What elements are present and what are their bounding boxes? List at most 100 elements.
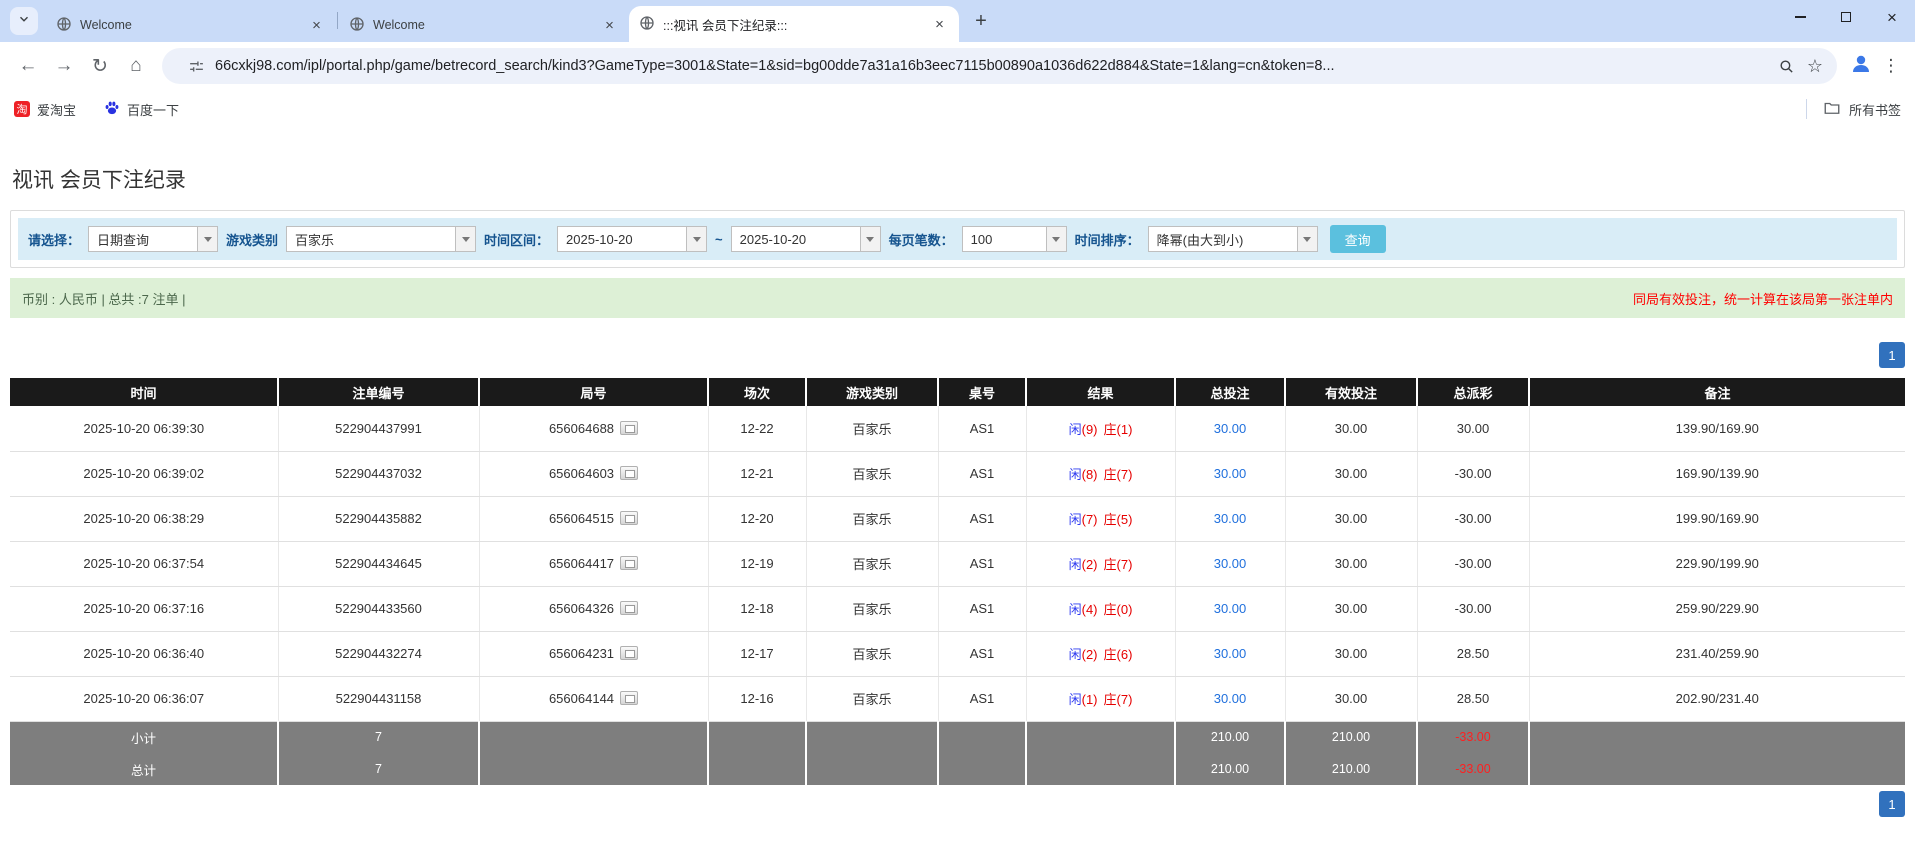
bookmark-baidu[interactable]: 百度一下 — [104, 100, 179, 119]
chevron-down-icon[interactable] — [860, 227, 880, 251]
address-bar[interactable]: 66cxkj98.com/ipl/portal.php/game/betreco… — [162, 48, 1837, 84]
total-bet-link[interactable]: 30.00 — [1214, 691, 1247, 706]
all-bookmarks-button[interactable]: 所有书签 — [1823, 99, 1901, 120]
tab-welcome-1[interactable]: Welcome × — [46, 8, 336, 42]
query-type-select[interactable]: 日期查询 — [88, 226, 218, 252]
cell-session: 12-18 — [708, 586, 806, 631]
round-detail-icon[interactable] — [620, 466, 638, 480]
cell-session: 12-19 — [708, 541, 806, 586]
home-button[interactable]: ⌂ — [118, 48, 154, 84]
round-detail-icon[interactable] — [620, 421, 638, 435]
total-bet-link[interactable]: 30.00 — [1214, 511, 1247, 526]
tab-welcome-2[interactable]: Welcome × — [339, 8, 629, 42]
close-icon[interactable]: × — [307, 16, 326, 35]
cell-remark: 199.90/169.90 — [1529, 496, 1905, 541]
table-row: 2025-10-20 06:39:30 522904437991 6560646… — [10, 406, 1905, 451]
header-total-bet: 总投注 — [1175, 378, 1285, 406]
bookmark-star-icon[interactable]: ☆ — [1807, 56, 1823, 77]
window-close-button[interactable]: × — [1869, 0, 1915, 34]
page-1-button[interactable]: 1 — [1879, 791, 1905, 817]
cell-valid-bet: 30.00 — [1285, 676, 1417, 721]
cell-round: 656064231 — [479, 631, 708, 676]
cell-time: 2025-10-20 06:36:40 — [10, 631, 278, 676]
back-button[interactable]: ← — [10, 48, 46, 84]
cell-session: 12-17 — [708, 631, 806, 676]
round-detail-icon[interactable] — [620, 511, 638, 525]
site-settings-icon[interactable] — [188, 58, 205, 75]
globe-icon — [639, 15, 655, 34]
tab-strip: Welcome × Welcome × :::视讯 会员下注纪录::: × + … — [0, 0, 1915, 42]
table-summary: 小计 7 210.00 210.00 -33.00 总计 7 210.00 21… — [10, 721, 1905, 785]
cell-game-type: 百家乐 — [806, 676, 938, 721]
subtotal-row: 小计 7 210.00 210.00 -33.00 — [10, 721, 1905, 753]
cell-remark: 139.90/169.90 — [1529, 406, 1905, 451]
total-bet-link[interactable]: 30.00 — [1214, 466, 1247, 481]
cell-result: 闲(9)庄(1) — [1026, 406, 1175, 451]
close-icon[interactable]: × — [600, 16, 619, 35]
forward-button[interactable]: → — [46, 48, 82, 84]
round-detail-icon[interactable] — [620, 691, 638, 705]
round-detail-icon[interactable] — [620, 646, 638, 660]
cell-game-type: 百家乐 — [806, 451, 938, 496]
cell-table-no: AS1 — [938, 451, 1026, 496]
header-result: 结果 — [1026, 378, 1175, 406]
cell-result: 闲(2)庄(7) — [1026, 541, 1175, 586]
summary-info-bar: 币别 : 人民币 | 总共 :7 注单 | 同局有效投注，统一计算在该局第一张注… — [10, 278, 1905, 318]
valid-bet-notice: 同局有效投注，统一计算在该局第一张注单内 — [1633, 289, 1893, 308]
table-row: 2025-10-20 06:39:02 522904437032 6560646… — [10, 451, 1905, 496]
cell-game-type: 百家乐 — [806, 586, 938, 631]
globe-icon — [56, 16, 72, 35]
cell-bet-id: 522904432274 — [278, 631, 479, 676]
game-type-select[interactable]: 百家乐 — [286, 226, 476, 252]
close-icon: × — [1887, 9, 1897, 26]
cell-bet-id: 522904437032 — [278, 451, 479, 496]
cell-time: 2025-10-20 06:39:02 — [10, 451, 278, 496]
cell-time: 2025-10-20 06:36:07 — [10, 676, 278, 721]
page-1-button[interactable]: 1 — [1879, 342, 1905, 368]
cell-round: 656064326 — [479, 586, 708, 631]
cell-game-type: 百家乐 — [806, 496, 938, 541]
round-detail-icon[interactable] — [620, 556, 638, 570]
total-bet-link[interactable]: 30.00 — [1214, 421, 1247, 436]
chevron-down-icon[interactable] — [455, 227, 475, 251]
url-text[interactable]: 66cxkj98.com/ipl/portal.php/game/betreco… — [215, 58, 1766, 74]
browser-menu-button[interactable]: ⋮ — [1877, 50, 1905, 82]
chevron-down-icon[interactable] — [1297, 227, 1317, 251]
zoom-icon[interactable] — [1778, 58, 1795, 75]
cell-remark: 202.90/231.40 — [1529, 676, 1905, 721]
cell-game-type: 百家乐 — [806, 406, 938, 451]
window-maximize-button[interactable] — [1823, 0, 1869, 34]
page-size-select[interactable]: 100 — [962, 226, 1067, 252]
cell-round: 656064515 — [479, 496, 708, 541]
chevron-down-icon[interactable] — [1046, 227, 1066, 251]
round-detail-icon[interactable] — [620, 601, 638, 615]
tab-search-button[interactable] — [10, 7, 38, 35]
profile-avatar[interactable] — [1845, 50, 1877, 82]
total-bet-link[interactable]: 30.00 — [1214, 556, 1247, 571]
cell-total-bet: 30.00 — [1175, 451, 1285, 496]
cell-result: 闲(1)庄(7) — [1026, 676, 1175, 721]
game-type-label: 游戏类别 — [226, 230, 278, 249]
sort-order-select[interactable]: 降幂(由大到小) — [1148, 226, 1318, 252]
cell-session: 12-21 — [708, 451, 806, 496]
cell-session: 12-16 — [708, 676, 806, 721]
date-from-select[interactable]: 2025-10-20 — [557, 226, 707, 252]
chevron-down-icon[interactable] — [197, 227, 217, 251]
reload-button[interactable]: ↻ — [82, 48, 118, 84]
date-range-label: 时间区间： — [484, 230, 549, 249]
bookmark-taobao[interactable]: 淘 爱淘宝 — [14, 100, 76, 119]
total-bet-link[interactable]: 30.00 — [1214, 646, 1247, 661]
tab-title: Welcome — [80, 18, 307, 32]
date-to-select[interactable]: 2025-10-20 — [731, 226, 881, 252]
total-bet-link[interactable]: 30.00 — [1214, 601, 1247, 616]
header-payout: 总派彩 — [1417, 378, 1529, 406]
filter-bar: 请选择： 日期查询 游戏类别 百家乐 时间区间： 2025-10-20 ~ 20… — [18, 218, 1897, 260]
chevron-down-icon[interactable] — [686, 227, 706, 251]
back-icon: ← — [19, 55, 38, 77]
window-minimize-button[interactable] — [1777, 0, 1823, 34]
new-tab-button[interactable]: + — [967, 7, 995, 35]
tab-betrecord-active[interactable]: :::视讯 会员下注纪录::: × — [629, 6, 959, 42]
close-icon[interactable]: × — [930, 15, 949, 34]
search-button[interactable]: 查询 — [1330, 225, 1386, 253]
cell-session: 12-22 — [708, 406, 806, 451]
